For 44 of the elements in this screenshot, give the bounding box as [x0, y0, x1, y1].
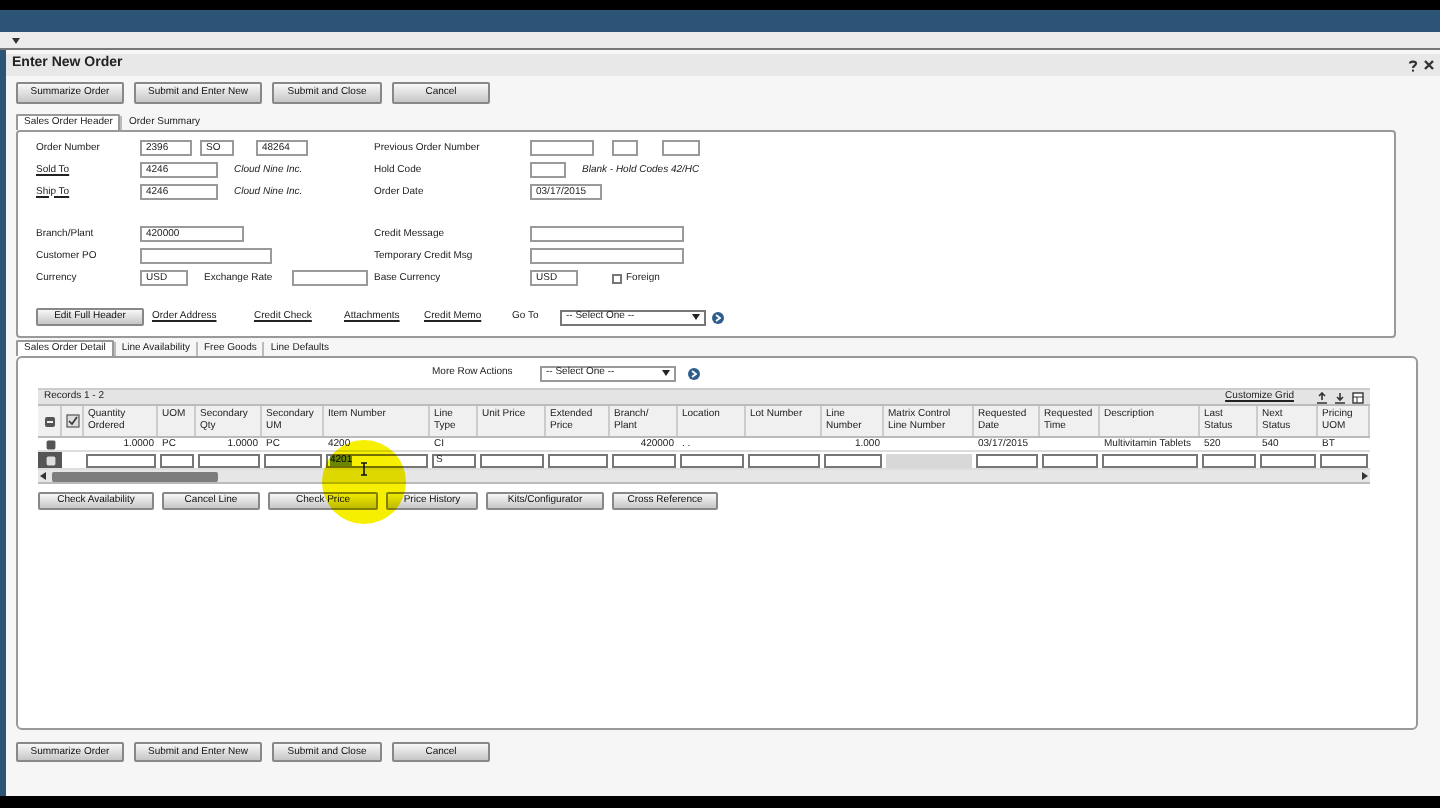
grid-check-icon[interactable]: [65, 414, 79, 428]
input-field[interactable]: [748, 453, 820, 467]
scroll-right-icon[interactable]: [1362, 472, 1368, 480]
input-field[interactable]: [86, 453, 156, 467]
input-field[interactable]: [976, 453, 1038, 467]
input-field[interactable]: [1260, 453, 1316, 467]
input-field[interactable]: [1042, 453, 1098, 467]
input-field[interactable]: [530, 226, 684, 242]
input-field[interactable]: [264, 453, 322, 467]
input-field[interactable]: [1102, 453, 1198, 467]
input-field[interactable]: [198, 453, 260, 467]
input-field[interactable]: [680, 453, 744, 467]
input-field[interactable]: [530, 140, 594, 156]
close-icon[interactable]: [1424, 60, 1434, 70]
caret-icon[interactable]: [12, 37, 20, 43]
go-icon[interactable]: [688, 367, 700, 379]
input-field[interactable]: [530, 162, 566, 178]
scrollbar-thumb[interactable]: [52, 471, 218, 481]
download-icon[interactable]: [1334, 391, 1346, 403]
dropdown-icon: [692, 314, 700, 320]
input-field[interactable]: [292, 270, 368, 286]
row-marker[interactable]: [38, 452, 62, 468]
input-field[interactable]: [140, 248, 272, 264]
go-icon[interactable]: [712, 311, 724, 323]
dropdown-icon: [662, 370, 670, 376]
input-field[interactable]: [548, 453, 608, 467]
scroll-left-icon[interactable]: [40, 472, 46, 480]
input-field[interactable]: [662, 140, 700, 156]
input-field[interactable]: [1320, 453, 1368, 467]
input-field[interactable]: [824, 453, 882, 467]
upload-icon[interactable]: [1316, 391, 1328, 403]
input-field[interactable]: [530, 248, 684, 264]
input-field[interactable]: [480, 453, 544, 467]
input-field[interactable]: [612, 453, 676, 467]
row-icon: [43, 415, 55, 427]
cursor-highlight: [322, 440, 406, 524]
horizontal-scrollbar[interactable]: [38, 470, 1370, 484]
input-field[interactable]: [160, 453, 194, 467]
text-cursor-icon: [360, 462, 368, 476]
input-field[interactable]: [1202, 453, 1256, 467]
help-icon[interactable]: [1408, 59, 1418, 71]
input-field[interactable]: [612, 140, 638, 156]
checkbox[interactable]: [612, 273, 622, 283]
spreadsheet-icon[interactable]: [1352, 391, 1364, 403]
